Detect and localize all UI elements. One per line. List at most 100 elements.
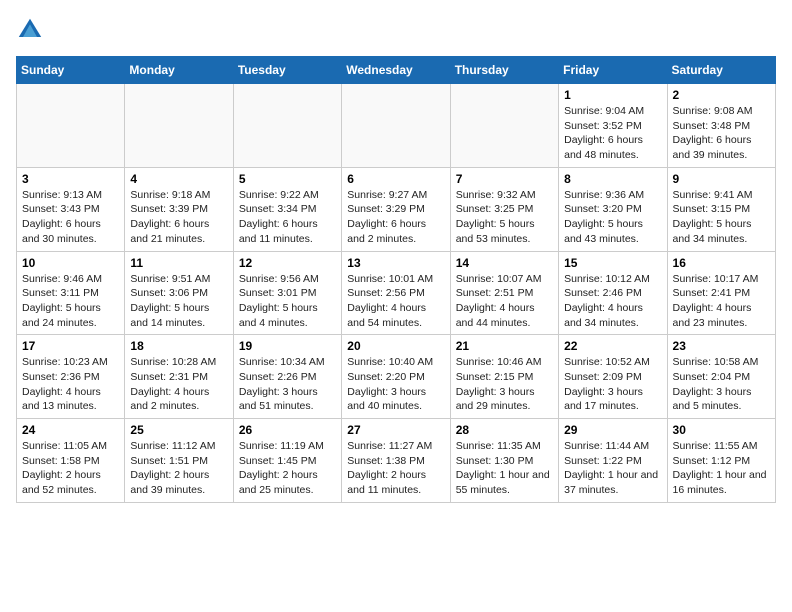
calendar-cell: 14 Sunrise: 10:07 AM Sunset: 2:51 PM Dayl… — [450, 251, 558, 335]
day-info: Sunrise: 9:18 AM Sunset: 3:39 PM Dayligh… — [130, 188, 227, 247]
calendar-week-row: 10 Sunrise: 9:46 AM Sunset: 3:11 PM Dayli… — [17, 251, 776, 335]
day-number: 16 — [673, 256, 770, 270]
day-info: Sunrise: 10:01 AM Sunset: 2:56 PM Daylig… — [347, 272, 444, 331]
day-number: 2 — [673, 88, 770, 102]
calendar-cell: 7 Sunrise: 9:32 AM Sunset: 3:25 PM Daylig… — [450, 167, 558, 251]
calendar-cell: 21Sunrise: 10:46 AM Sunset: 2:15 PM Dayl… — [450, 335, 558, 419]
day-info: Sunrise: 11:55 AM Sunset: 1:12 PM Daylig… — [673, 439, 770, 498]
calendar-cell: 17Sunrise: 10:23 AM Sunset: 2:36 PM Dayl… — [17, 335, 125, 419]
day-info: Sunrise: 9:13 AM Sunset: 3:43 PM Dayligh… — [22, 188, 119, 247]
day-info: Sunrise: 10:07 AM Sunset: 2:51 PM Daylig… — [456, 272, 553, 331]
day-number: 13 — [347, 256, 444, 270]
calendar-cell: 11 Sunrise: 9:51 AM Sunset: 3:06 PM Dayli… — [125, 251, 233, 335]
day-info: Sunrise: 10:46 AM Sunset: 2:15 PM Daylig… — [456, 355, 553, 414]
calendar-cell: 23 Sunrise: 10:58 AM Sunset: 2:04 PM Dayl… — [667, 335, 775, 419]
day-info: Sunrise: 10:17 AM Sunset: 2:41 PM Daylig… — [673, 272, 770, 331]
day-info: Sunrise: 9:22 AM Sunset: 3:34 PM Dayligh… — [239, 188, 336, 247]
day-info: Sunrise: 11:05 AM Sunset: 1:58 PM Daylig… — [22, 439, 119, 498]
day-info: Sunrise: 9:46 AM Sunset: 3:11 PM Dayligh… — [22, 272, 119, 331]
day-info: Sunrise: 11:12 AM Sunset: 1:51 PM Daylig… — [130, 439, 227, 498]
day-number: 23 — [673, 339, 770, 353]
day-number: 29 — [564, 423, 661, 437]
day-number: 1 — [564, 88, 661, 102]
day-number: 7 — [456, 172, 553, 186]
calendar-cell: 1 Sunrise: 9:04 AM Sunset: 3:52 PM Daylig… — [559, 84, 667, 168]
day-info: Sunrise: 9:08 AM Sunset: 3:48 PM Dayligh… — [673, 104, 770, 163]
day-number: 22 — [564, 339, 661, 353]
calendar-cell: 4 Sunrise: 9:18 AM Sunset: 3:39 PM Daylig… — [125, 167, 233, 251]
calendar-cell: 20 Sunrise: 10:40 AM Sunset: 2:20 PM Dayl… — [342, 335, 450, 419]
calendar-cell: 22 Sunrise: 10:52 AM Sunset: 2:09 PM Dayl… — [559, 335, 667, 419]
day-number: 15 — [564, 256, 661, 270]
day-info: Sunrise: 9:56 AM Sunset: 3:01 PM Dayligh… — [239, 272, 336, 331]
calendar-week-row: 3 Sunrise: 9:13 AM Sunset: 3:43 PM Daylig… — [17, 167, 776, 251]
calendar-cell: 3 Sunrise: 9:13 AM Sunset: 3:43 PM Daylig… — [17, 167, 125, 251]
calendar-cell: 30 Sunrise: 11:55 AM Sunset: 1:12 PM Dayl… — [667, 419, 775, 503]
day-number: 30 — [673, 423, 770, 437]
day-number: 27 — [347, 423, 444, 437]
day-number: 8 — [564, 172, 661, 186]
calendar-cell — [450, 84, 558, 168]
day-number: 4 — [130, 172, 227, 186]
calendar-week-row: 17Sunrise: 10:23 AM Sunset: 2:36 PM Dayl… — [17, 335, 776, 419]
column-header-saturday: Saturday — [667, 57, 775, 84]
day-info: Sunrise: 10:34 AM Sunset: 2:26 PM Daylig… — [239, 355, 336, 414]
calendar-cell — [125, 84, 233, 168]
day-number: 10 — [22, 256, 119, 270]
day-number: 11 — [130, 256, 227, 270]
day-number: 19 — [239, 339, 336, 353]
column-header-tuesday: Tuesday — [233, 57, 341, 84]
day-info: Sunrise: 10:52 AM Sunset: 2:09 PM Daylig… — [564, 355, 661, 414]
calendar-cell: 15 Sunrise: 10:12 AM Sunset: 2:46 PM Dayl… — [559, 251, 667, 335]
calendar-cell: 26 Sunrise: 11:19 AM Sunset: 1:45 PM Dayl… — [233, 419, 341, 503]
day-number: 12 — [239, 256, 336, 270]
calendar-cell: 25 Sunrise: 11:12 AM Sunset: 1:51 PM Dayl… — [125, 419, 233, 503]
column-header-wednesday: Wednesday — [342, 57, 450, 84]
calendar-cell: 27Sunrise: 11:27 AM Sunset: 1:38 PM Dayl… — [342, 419, 450, 503]
page-header — [16, 16, 776, 44]
calendar-header-row: SundayMondayTuesdayWednesdayThursdayFrid… — [17, 57, 776, 84]
calendar-cell: 8 Sunrise: 9:36 AM Sunset: 3:20 PM Daylig… — [559, 167, 667, 251]
calendar-cell: 12 Sunrise: 9:56 AM Sunset: 3:01 PM Dayli… — [233, 251, 341, 335]
day-number: 18 — [130, 339, 227, 353]
day-info: Sunrise: 9:36 AM Sunset: 3:20 PM Dayligh… — [564, 188, 661, 247]
calendar-cell: 18 Sunrise: 10:28 AM Sunset: 2:31 PM Dayl… — [125, 335, 233, 419]
calendar-cell — [17, 84, 125, 168]
day-info: Sunrise: 10:58 AM Sunset: 2:04 PM Daylig… — [673, 355, 770, 414]
day-number: 17 — [22, 339, 119, 353]
column-header-sunday: Sunday — [17, 57, 125, 84]
calendar-week-row: 24Sunrise: 11:05 AM Sunset: 1:58 PM Dayl… — [17, 419, 776, 503]
column-header-monday: Monday — [125, 57, 233, 84]
day-info: Sunrise: 9:41 AM Sunset: 3:15 PM Dayligh… — [673, 188, 770, 247]
day-number: 20 — [347, 339, 444, 353]
calendar-cell: 2 Sunrise: 9:08 AM Sunset: 3:48 PM Daylig… — [667, 84, 775, 168]
column-header-friday: Friday — [559, 57, 667, 84]
day-info: Sunrise: 10:40 AM Sunset: 2:20 PM Daylig… — [347, 355, 444, 414]
calendar-cell: 5 Sunrise: 9:22 AM Sunset: 3:34 PM Daylig… — [233, 167, 341, 251]
day-info: Sunrise: 10:28 AM Sunset: 2:31 PM Daylig… — [130, 355, 227, 414]
day-number: 9 — [673, 172, 770, 186]
day-number: 14 — [456, 256, 553, 270]
calendar-cell: 9 Sunrise: 9:41 AM Sunset: 3:15 PM Daylig… — [667, 167, 775, 251]
day-info: Sunrise: 9:04 AM Sunset: 3:52 PM Dayligh… — [564, 104, 661, 163]
calendar-cell: 13 Sunrise: 10:01 AM Sunset: 2:56 PM Dayl… — [342, 251, 450, 335]
calendar-cell: 29Sunrise: 11:44 AM Sunset: 1:22 PM Dayl… — [559, 419, 667, 503]
calendar-table: SundayMondayTuesdayWednesdayThursdayFrid… — [16, 56, 776, 503]
column-header-thursday: Thursday — [450, 57, 558, 84]
calendar-cell: 28Sunrise: 11:35 AM Sunset: 1:30 PM Dayl… — [450, 419, 558, 503]
day-number: 6 — [347, 172, 444, 186]
day-info: Sunrise: 9:32 AM Sunset: 3:25 PM Dayligh… — [456, 188, 553, 247]
logo-icon — [16, 16, 44, 44]
logo — [16, 16, 48, 44]
day-number: 25 — [130, 423, 227, 437]
day-number: 3 — [22, 172, 119, 186]
day-info: Sunrise: 9:27 AM Sunset: 3:29 PM Dayligh… — [347, 188, 444, 247]
day-number: 26 — [239, 423, 336, 437]
calendar-week-row: 1 Sunrise: 9:04 AM Sunset: 3:52 PM Daylig… — [17, 84, 776, 168]
day-info: Sunrise: 10:12 AM Sunset: 2:46 PM Daylig… — [564, 272, 661, 331]
day-info: Sunrise: 9:51 AM Sunset: 3:06 PM Dayligh… — [130, 272, 227, 331]
calendar-cell: 6 Sunrise: 9:27 AM Sunset: 3:29 PM Daylig… — [342, 167, 450, 251]
day-number: 5 — [239, 172, 336, 186]
day-info: Sunrise: 11:19 AM Sunset: 1:45 PM Daylig… — [239, 439, 336, 498]
calendar-cell: 10 Sunrise: 9:46 AM Sunset: 3:11 PM Dayli… — [17, 251, 125, 335]
